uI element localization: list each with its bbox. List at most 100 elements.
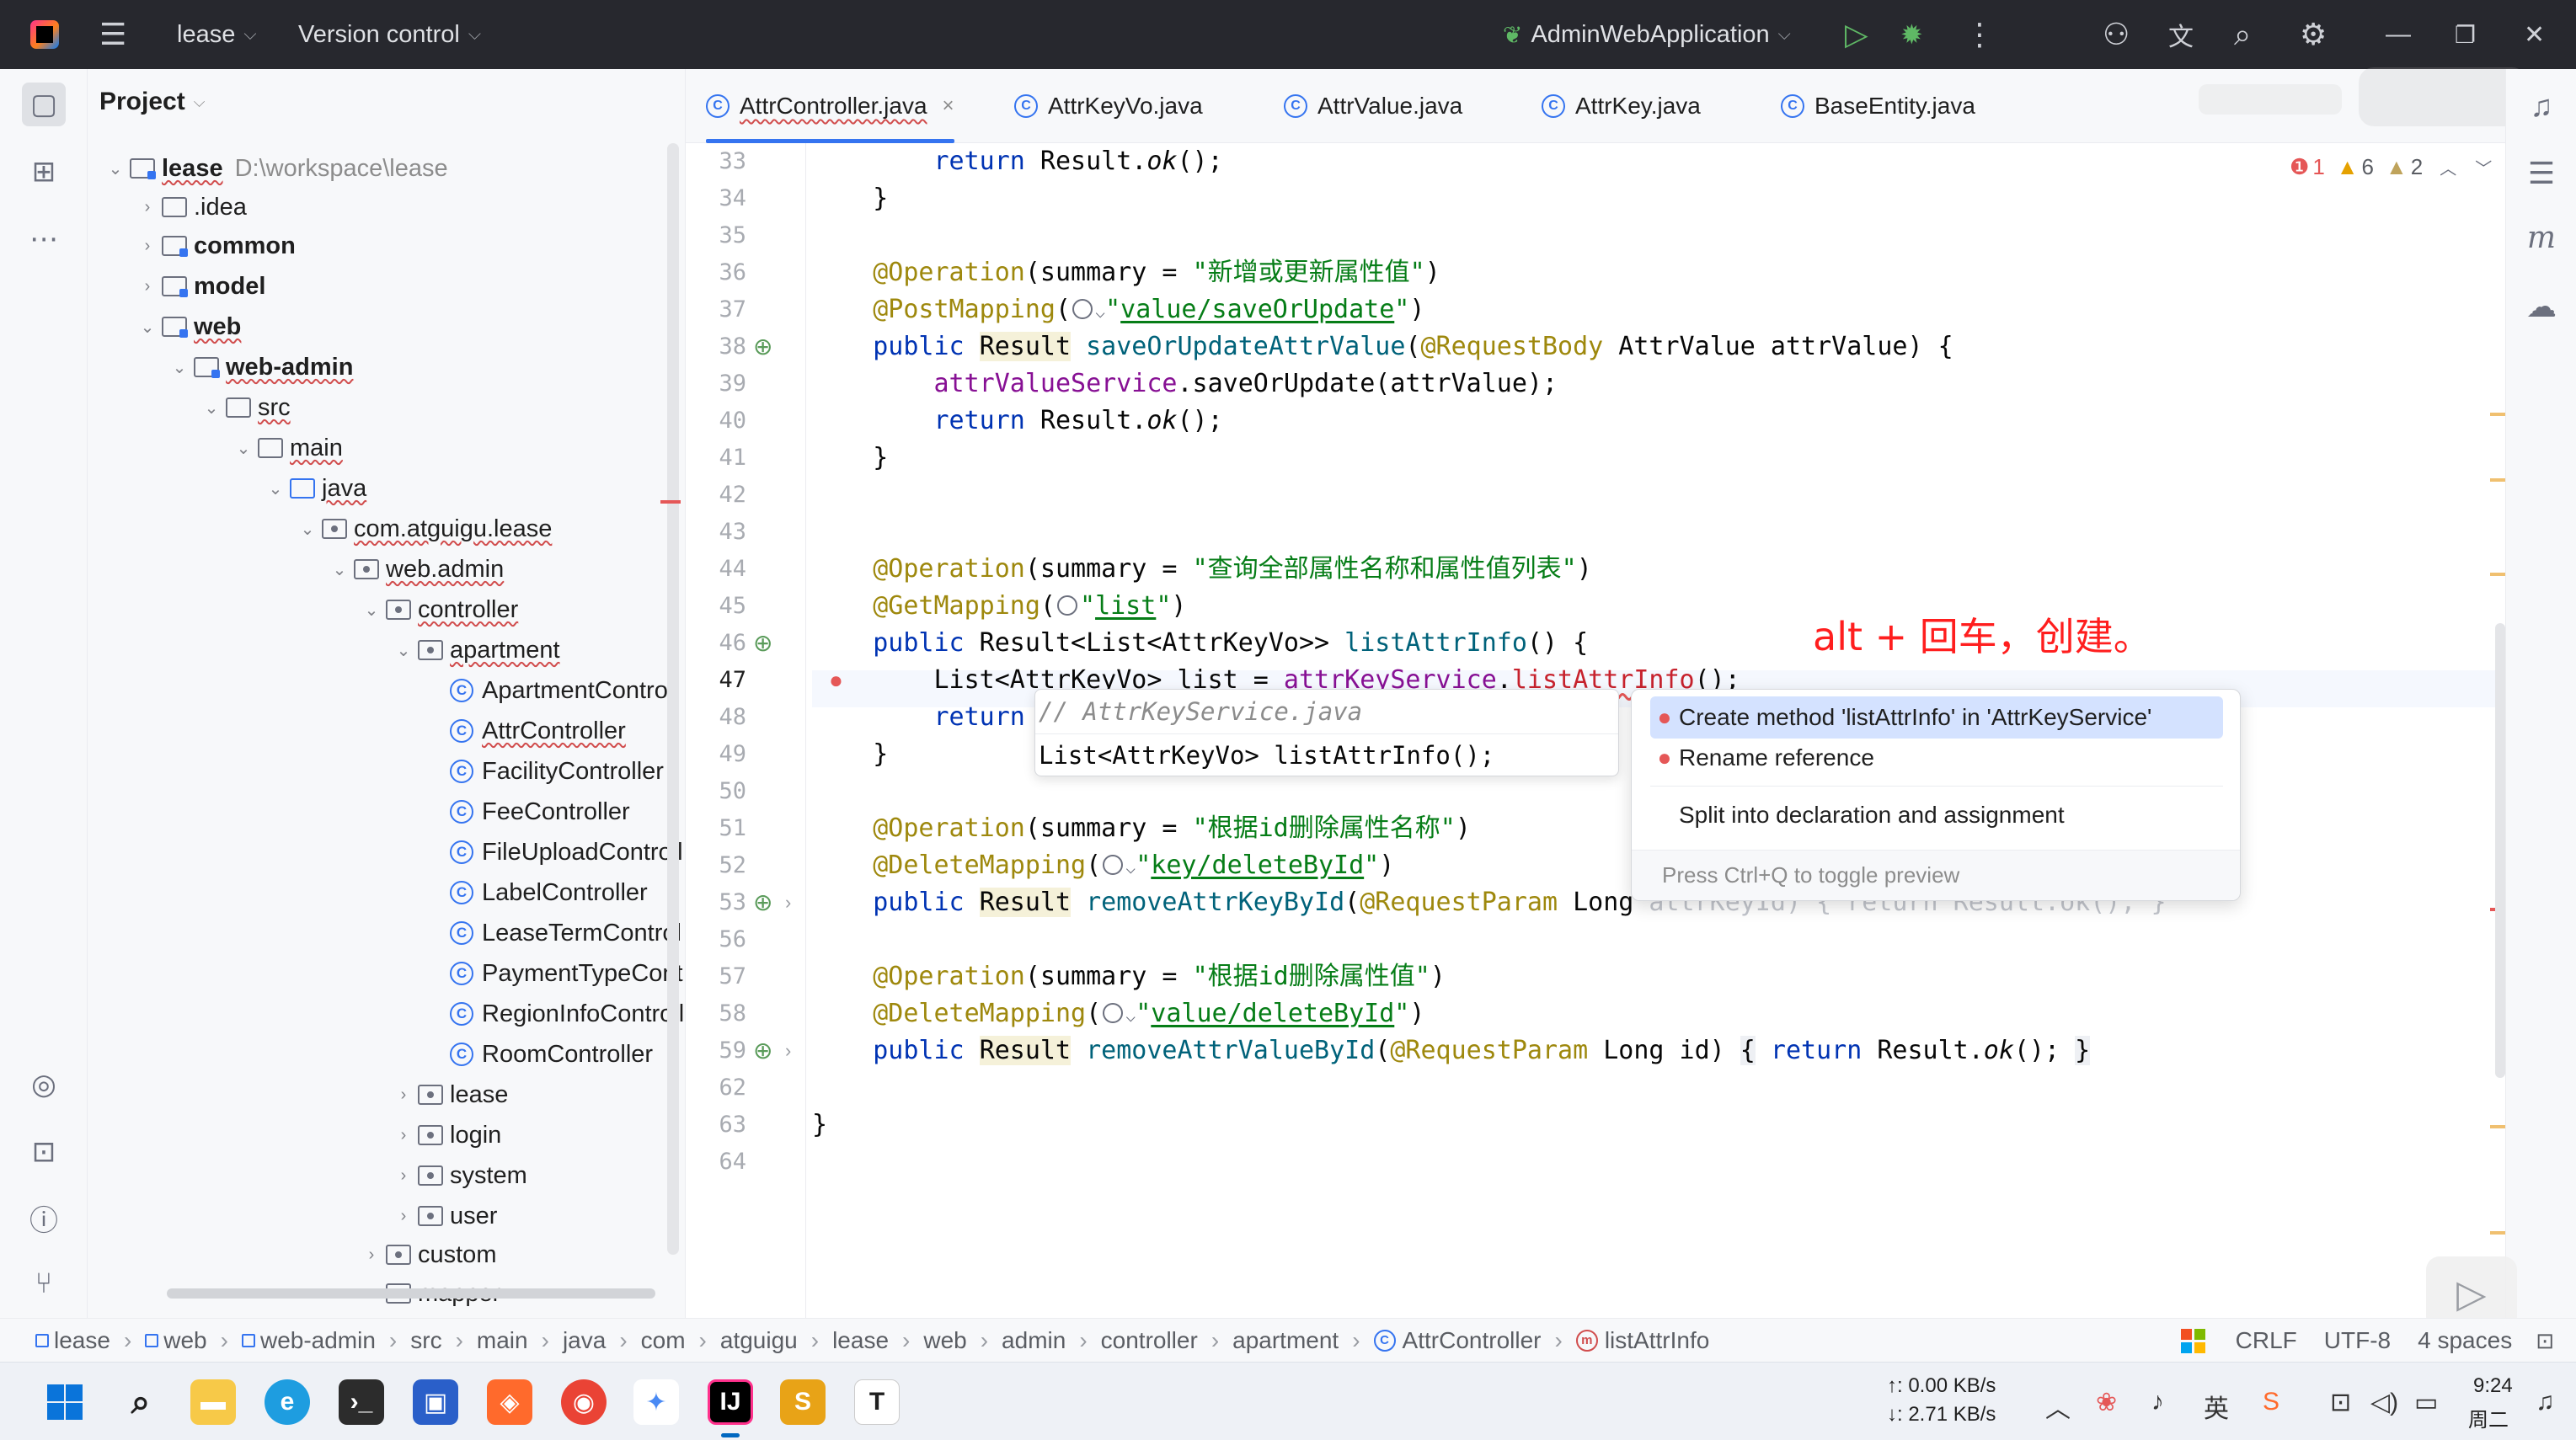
typora-button[interactable]: T	[854, 1379, 900, 1425]
tree-item-package-controller[interactable]: ⌄ controller	[357, 591, 519, 628]
tray-app-icon[interactable]: ❀	[2096, 1388, 2117, 1417]
more-tools-button[interactable]: ⋯	[22, 217, 66, 261]
fold-chevron-icon[interactable]: ›	[785, 1032, 791, 1069]
tree-item-class[interactable]: C FileUploadControll	[450, 834, 683, 871]
tree-item-class[interactable]: C PaymentTypeCont	[450, 955, 683, 992]
tab-attr-key-vo[interactable]: C AttrKeyVo.java	[1014, 69, 1203, 143]
clock-day[interactable]: 周二	[2468, 1403, 2509, 1432]
intention-item-create-method[interactable]: ● Create method 'listAttrInfo' in 'AttrK…	[1650, 696, 2223, 739]
breadcrumb-item[interactable]: java	[563, 1327, 606, 1354]
tree-item-package-web-admin[interactable]: ⌄ web.admin	[325, 551, 505, 588]
chevron-up-icon[interactable]: ︿	[2440, 155, 2456, 179]
tree-item-package-lease[interactable]: › lease	[389, 1076, 509, 1113]
project-selector[interactable]: lease ⌵	[177, 0, 257, 69]
terminal-tool-button[interactable]: ⊡	[22, 1130, 66, 1174]
tray-app-icon[interactable]: S	[2263, 1388, 2279, 1416]
endpoint-gutter-icon[interactable]: ⊕	[753, 328, 772, 365]
tree-item-main[interactable]: ⌄ main	[229, 429, 343, 467]
file-explorer-button[interactable]: ▬	[190, 1379, 236, 1425]
tree-item-package-user[interactable]: › user	[389, 1197, 498, 1235]
project-panel-header[interactable]: Project ⌵	[99, 88, 205, 116]
network-icon[interactable]: ⊡	[2330, 1388, 2351, 1417]
tree-item-package-login[interactable]: › login	[389, 1117, 502, 1154]
problems-tool-button[interactable]: ⓘ	[22, 1196, 66, 1240]
project-vertical-scrollbar[interactable]	[667, 143, 679, 1255]
tree-item-class[interactable]: C RoomController	[450, 1036, 653, 1073]
intention-item-split-declaration[interactable]: Split into declaration and assignment	[1650, 794, 2223, 836]
taskbar-search-button[interactable]: ⌕	[118, 1379, 163, 1425]
intention-item-rename-reference[interactable]: ● Rename reference	[1650, 737, 2223, 779]
tree-item-class[interactable]: C LeaseTermControl	[450, 915, 681, 952]
project-tool-button[interactable]: ▢	[22, 83, 66, 126]
services-tool-button[interactable]: ◎	[22, 1063, 66, 1107]
endpoint-gutter-icon[interactable]: ⊕	[753, 1032, 772, 1069]
tree-item-class[interactable]: C RegionInfoControll	[450, 995, 684, 1032]
breadcrumb-item[interactable]: apartment	[1232, 1327, 1339, 1354]
terminal-button[interactable]: ›_	[339, 1379, 384, 1425]
ime-icon[interactable]: 英	[2204, 1388, 2229, 1425]
tree-item-class[interactable]: C FacilityController	[450, 753, 664, 790]
tab-base-entity[interactable]: C BaseEntity.java	[1781, 69, 1975, 143]
more-actions-button[interactable]: ⋮	[1964, 0, 1995, 69]
app-logo[interactable]	[30, 0, 59, 69]
maven-tool-button[interactable]: m	[2520, 216, 2563, 259]
endpoint-gutter-icon[interactable]: ⊕	[753, 625, 772, 662]
tree-item-web-admin[interactable]: ⌄ web-admin	[165, 349, 354, 386]
close-icon[interactable]: ×	[943, 94, 954, 118]
lock-icon[interactable]: ⊡	[2536, 1328, 2554, 1354]
volume-icon[interactable]: ◁)	[2370, 1388, 2398, 1417]
run-button[interactable]: ▷	[1845, 0, 1868, 69]
clock-time[interactable]: 9:24	[2473, 1374, 2513, 1398]
structure-tool-button[interactable]: ⊞	[22, 150, 66, 194]
tree-item-src[interactable]: ⌄ src	[197, 389, 291, 426]
tree-item-class[interactable]: C ApartmentControll	[450, 672, 679, 709]
breadcrumb-item[interactable]: web	[923, 1327, 966, 1354]
breadcrumb-item[interactable]: com	[641, 1327, 686, 1354]
store-button[interactable]: ▣	[413, 1379, 458, 1425]
fold-chevron-icon[interactable]: ›	[785, 884, 791, 921]
tree-item-model[interactable]: › model	[133, 268, 266, 305]
tree-item-class[interactable]: C LabelController	[450, 874, 648, 911]
breadcrumb-item[interactable]: admin	[1002, 1327, 1066, 1354]
breadcrumb-item[interactable]: listAttrInfo	[1605, 1327, 1709, 1354]
encoding-widget[interactable]: UTF-8	[2324, 1327, 2391, 1354]
notification-bell-icon[interactable]: ♫	[2536, 1388, 2555, 1416]
microphone-icon[interactable]: ♪	[2151, 1388, 2164, 1416]
tree-item-package-custom[interactable]: › custom	[357, 1236, 497, 1273]
tree-item-idea[interactable]: › .idea	[133, 189, 247, 226]
main-menu-icon[interactable]: ☰	[99, 0, 126, 69]
tab-attr-controller[interactable]: C AttrController.java ×	[706, 69, 954, 143]
chevron-up-icon[interactable]: ︿	[2045, 1388, 2071, 1425]
breadcrumb-item[interactable]: controller	[1101, 1327, 1198, 1354]
tab-attr-key[interactable]: C AttrKey.java	[1542, 69, 1701, 143]
intellij-button[interactable]: IJ	[708, 1379, 753, 1425]
indent-widget[interactable]: 4 spaces	[2418, 1327, 2512, 1354]
battery-icon[interactable]: ▭	[2414, 1388, 2438, 1417]
start-button[interactable]	[42, 1379, 88, 1425]
endpoint-gutter-icon[interactable]: ⊕	[753, 884, 772, 921]
breadcrumb-item[interactable]: lease	[54, 1327, 110, 1354]
breadcrumb-item[interactable]: main	[477, 1327, 528, 1354]
app-colorful-button[interactable]: ✦	[633, 1379, 679, 1425]
debug-button[interactable]: ✹	[1900, 0, 1923, 69]
breadcrumb-item[interactable]: lease	[832, 1327, 889, 1354]
git-tool-button[interactable]: ⑂	[22, 1261, 66, 1305]
database-tool-button[interactable]: ☰	[2520, 152, 2563, 195]
code-with-me-button[interactable]: ⚇	[2103, 0, 2130, 69]
tree-item-package-system[interactable]: › system	[389, 1157, 527, 1194]
breadcrumb-item[interactable]: src	[410, 1327, 441, 1354]
tree-item-common[interactable]: › common	[133, 227, 296, 264]
editor-vertical-scrollbar[interactable]	[2495, 623, 2505, 1078]
chrome-button[interactable]: ◉	[561, 1379, 607, 1425]
tree-item-package-com-atguigu-lease[interactable]: ⌄ com.atguigu.lease	[293, 510, 553, 547]
sublime-button[interactable]: S	[780, 1379, 826, 1425]
inspection-widget[interactable]: ❶1 ▲ 6 ▲ 2 ︿ ﹀	[2290, 150, 2492, 184]
tree-item-class[interactable]: C FeeController	[450, 793, 630, 830]
run-config-selector[interactable]: ❦ AdminWebApplication ⌵	[1503, 0, 1791, 69]
notifications-button[interactable]: ♫	[2520, 84, 2563, 128]
breadcrumb-item[interactable]: AttrController	[1403, 1327, 1542, 1354]
breadcrumb-item[interactable]: web-admin	[260, 1327, 376, 1354]
breadcrumb-item[interactable]: atguigu	[720, 1327, 798, 1354]
project-horizontal-scrollbar[interactable]	[167, 1288, 655, 1299]
line-separator-widget[interactable]: CRLF	[2236, 1327, 2297, 1354]
